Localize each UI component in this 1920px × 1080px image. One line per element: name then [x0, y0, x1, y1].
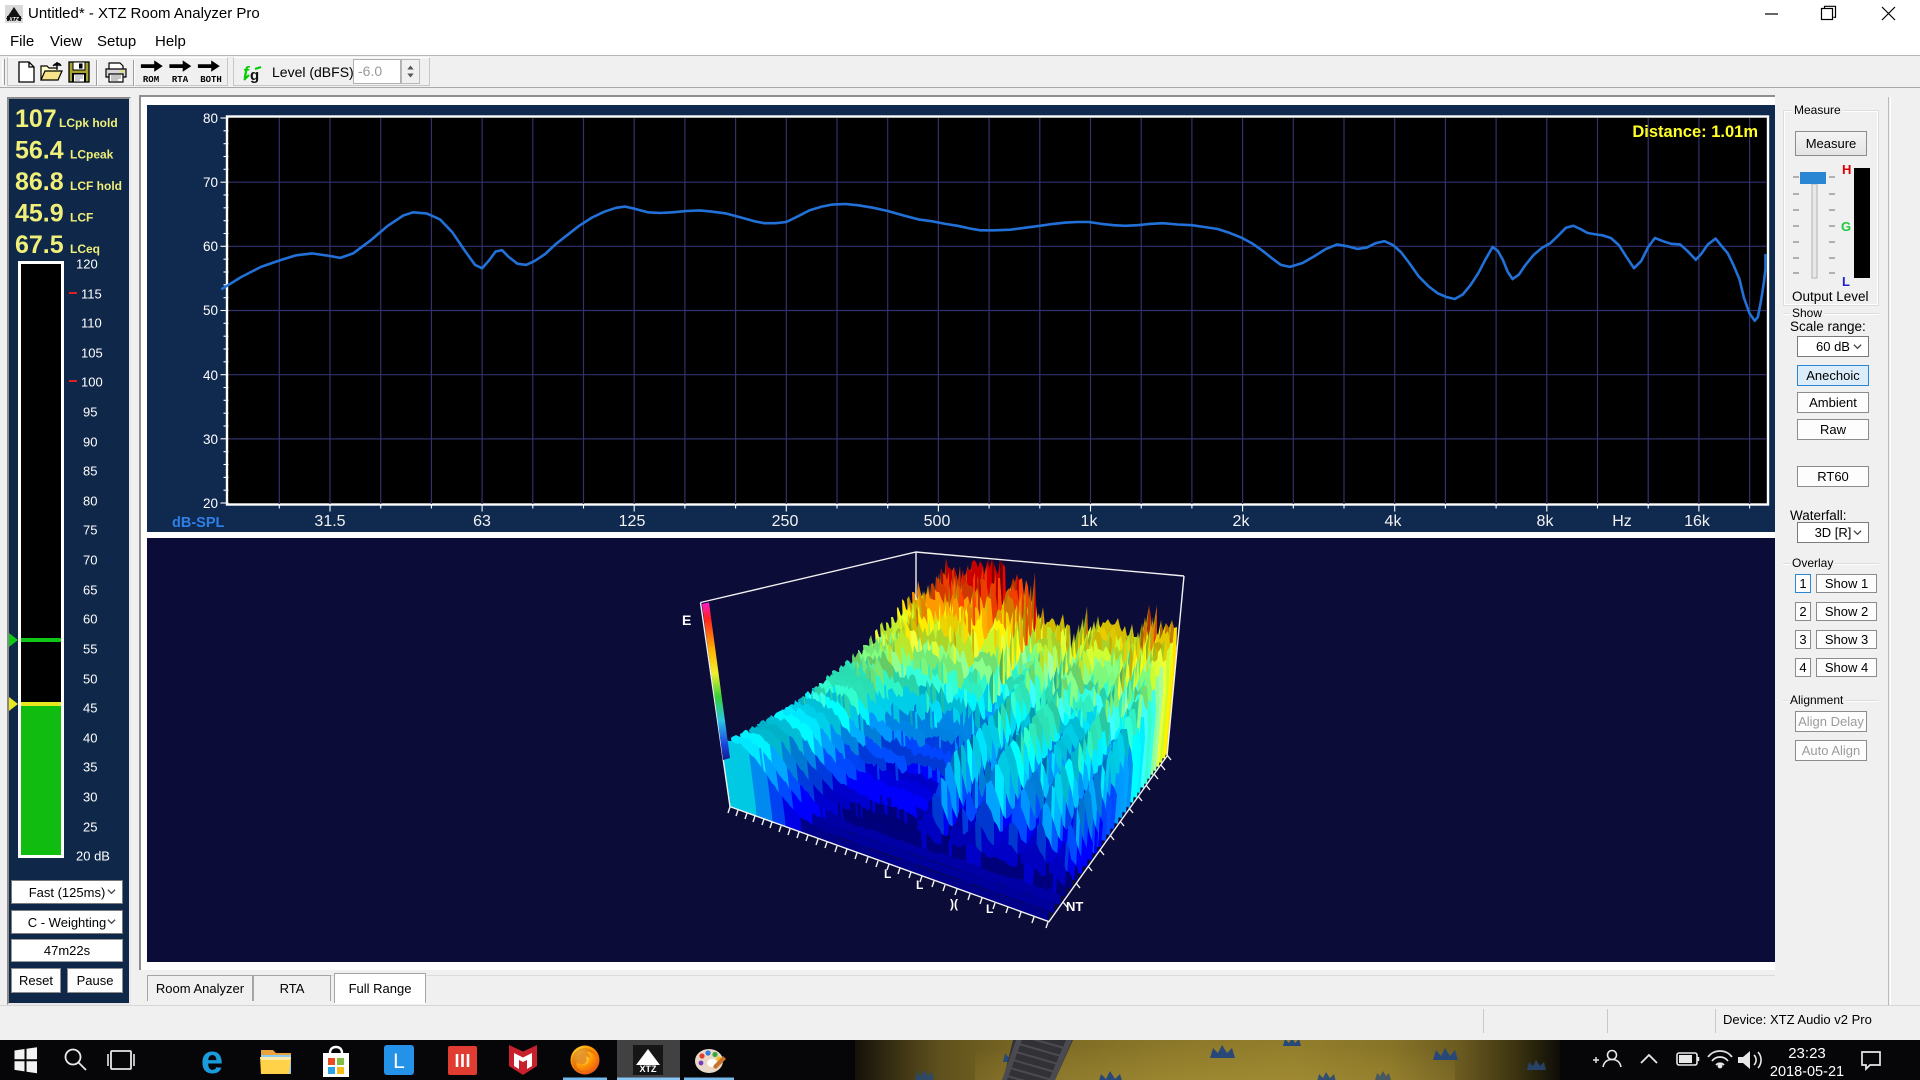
svg-text:110: 110 — [81, 316, 102, 331]
svg-text:L: L — [393, 1050, 405, 1073]
svg-text:RTA: RTA — [172, 75, 189, 85]
svg-text:80: 80 — [83, 494, 97, 509]
svg-text:16k: 16k — [1684, 513, 1711, 530]
svg-text:40: 40 — [83, 731, 97, 746]
svg-text:LCpk hold: LCpk hold — [59, 116, 118, 130]
svg-text:60: 60 — [83, 612, 97, 627]
svg-text:2018-05-21: 2018-05-21 — [1770, 1064, 1844, 1080]
svg-text:LCpeak: LCpeak — [70, 148, 114, 162]
svg-text:20: 20 — [203, 496, 218, 511]
svg-text:L: L — [884, 867, 891, 881]
svg-text:1k: 1k — [1081, 513, 1099, 530]
svg-text:2k: 2k — [1233, 513, 1251, 530]
svg-text:90: 90 — [83, 435, 97, 450]
svg-text:63: 63 — [473, 513, 491, 530]
svg-text:250: 250 — [772, 513, 799, 530]
svg-text:Distance: 1.01m: Distance: 1.01m — [1632, 123, 1758, 141]
svg-text:4k: 4k — [1385, 513, 1403, 530]
svg-text:G: G — [1841, 219, 1851, 234]
svg-text:)(: )( — [950, 897, 958, 911]
svg-text:107: 107 — [15, 105, 57, 133]
svg-text:E: E — [682, 612, 691, 628]
svg-text:65: 65 — [83, 583, 97, 598]
svg-text:30: 30 — [203, 432, 218, 447]
svg-text:56.4: 56.4 — [15, 137, 64, 165]
svg-text:e: e — [201, 1040, 223, 1080]
svg-text:500: 500 — [924, 513, 951, 530]
svg-text:100: 100 — [81, 375, 103, 390]
svg-text:LCF hold: LCF hold — [70, 179, 122, 193]
svg-text:75: 75 — [83, 523, 97, 538]
svg-text:BOTH: BOTH — [200, 75, 222, 85]
svg-text:H: H — [1842, 162, 1851, 177]
svg-text:70: 70 — [83, 553, 97, 568]
svg-text:L: L — [1842, 274, 1850, 289]
svg-text:20 dB: 20 dB — [76, 849, 110, 864]
svg-text:8k: 8k — [1537, 513, 1555, 530]
svg-text:31.5: 31.5 — [314, 513, 345, 530]
svg-text:23:23: 23:23 — [1788, 1045, 1826, 1062]
svg-text:120: 120 — [76, 257, 98, 272]
svg-text:60: 60 — [203, 239, 218, 254]
svg-text:50: 50 — [83, 672, 97, 687]
svg-text:ROM: ROM — [143, 75, 159, 85]
svg-text:45.9: 45.9 — [15, 200, 64, 228]
svg-text:g: g — [250, 67, 259, 83]
svg-text:70: 70 — [203, 175, 218, 190]
svg-text:67.5: 67.5 — [15, 231, 64, 259]
svg-text:115: 115 — [81, 287, 102, 302]
svg-text:dB-SPL: dB-SPL — [172, 515, 225, 531]
svg-text:80: 80 — [203, 111, 218, 126]
svg-text:NT: NT — [1066, 899, 1083, 914]
svg-text:45: 45 — [83, 701, 97, 716]
svg-text:55: 55 — [83, 642, 97, 657]
svg-text:35: 35 — [83, 760, 97, 775]
svg-text:Hz: Hz — [1612, 513, 1632, 530]
svg-text:25: 25 — [83, 820, 97, 835]
svg-text:50: 50 — [203, 303, 218, 318]
svg-text:40: 40 — [203, 368, 218, 383]
svg-text:105: 105 — [81, 346, 103, 361]
svg-text:86.8: 86.8 — [15, 168, 64, 196]
svg-text:LCeq: LCeq — [70, 242, 100, 256]
svg-text:125: 125 — [619, 513, 646, 530]
svg-text:XTZ: XTZ — [8, 17, 19, 23]
svg-text:XTZ: XTZ — [640, 1064, 658, 1074]
svg-text:LCF: LCF — [70, 211, 93, 225]
svg-text:L: L — [916, 878, 923, 892]
svg-text:95: 95 — [83, 405, 97, 420]
svg-text:30: 30 — [83, 790, 97, 805]
svg-text:L: L — [986, 902, 993, 916]
svg-text:85: 85 — [83, 464, 97, 479]
